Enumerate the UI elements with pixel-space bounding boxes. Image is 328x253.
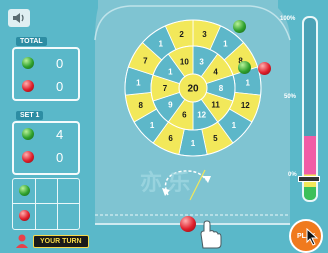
board-score-label: 11	[211, 100, 220, 109]
mouse-cursor-icon	[306, 228, 319, 246]
board-score-label: 1	[158, 40, 163, 49]
game-stage: TOTAL 0 0 SET 1 4 0 YOUR TURN 亦 乐 20 3 1…	[0, 0, 328, 253]
board-score-label: 6	[168, 134, 173, 143]
board-score-label: 4	[213, 68, 218, 77]
dartboard: 20 31811215161817123481112697110	[124, 19, 262, 157]
board-score-label: 12	[241, 101, 250, 110]
power-min-label: 0%	[288, 172, 297, 178]
board-score-label: 6	[182, 111, 187, 120]
red-ball	[258, 62, 271, 75]
board-score-label: 9	[168, 100, 173, 109]
board-score-label: 1	[150, 121, 155, 130]
hand-pointer-icon	[200, 220, 222, 249]
board-score-label: 12	[197, 111, 206, 120]
bullseye-score: 20	[187, 84, 199, 95]
power-mid-label: 50%	[284, 94, 297, 100]
board-score-label: 1	[223, 40, 228, 49]
board-score-label: 1	[191, 139, 196, 148]
green-ball	[238, 61, 251, 74]
power-slider-handle[interactable]	[298, 176, 320, 182]
svg-text:亦 乐: 亦 乐	[140, 170, 190, 195]
green-ball	[233, 20, 246, 33]
throw-ball[interactable]	[180, 216, 196, 232]
board-score-label: 8	[138, 101, 143, 110]
board-score-label: 1	[245, 78, 250, 87]
board-score-label: 1	[168, 68, 173, 77]
power-track	[302, 16, 318, 202]
power-meter: 100% 50% 0%	[280, 14, 322, 204]
board-score-label: 8	[219, 84, 224, 93]
board-score-label: 5	[213, 134, 218, 143]
board-score-label: 2	[179, 30, 184, 39]
board-score-label: 1	[136, 78, 141, 87]
board-score-label: 10	[180, 57, 189, 66]
board-score-label: 7	[143, 57, 148, 66]
board-score-label: 1	[232, 121, 237, 130]
power-max-label: 100%	[280, 16, 296, 22]
power-fill	[304, 136, 316, 200]
board-score-label: 7	[163, 84, 168, 93]
board-score-label: 3	[202, 30, 207, 39]
board-score-label: 3	[199, 57, 204, 66]
